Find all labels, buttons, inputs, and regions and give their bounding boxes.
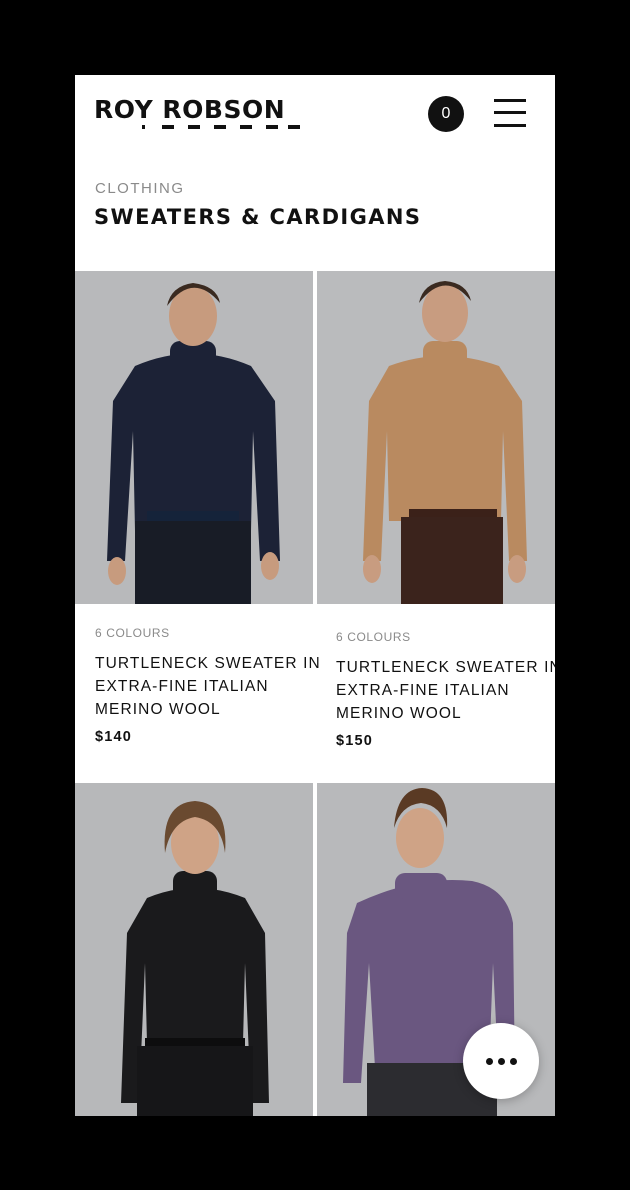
brand-logo[interactable]: ROY ROBSON <box>94 97 300 131</box>
product-name[interactable]: TURTLENECK SWEATER IN EXTRA-FINE ITALIAN… <box>95 652 325 721</box>
product-photo-model <box>75 271 313 604</box>
more-dots-icon <box>485 1057 493 1065</box>
product-image[interactable] <box>75 271 313 604</box>
cart-count-badge[interactable]: 0 <box>428 96 464 132</box>
product-photo-model <box>75 783 313 1116</box>
product-image[interactable] <box>317 271 555 604</box>
product-image[interactable] <box>75 783 313 1116</box>
product-info[interactable]: 6 COLOURS TURTLENECK SWEATER IN EXTRA-FI… <box>95 626 325 745</box>
more-options-button[interactable] <box>463 1023 539 1099</box>
logo-dashes-icon <box>142 125 300 129</box>
product-price: $150 <box>336 733 374 749</box>
more-dots-icon <box>509 1057 517 1065</box>
product-info[interactable]: 6 COLOURS TURTLENECK SWEATER IN EXTRA-FI… <box>336 630 555 749</box>
product-price: $140 <box>95 729 133 745</box>
app-screen: ROY ROBSON 0 CLOTHING SWEATERS & CARDIGA… <box>75 75 555 1116</box>
breadcrumb[interactable]: CLOTHING <box>95 180 185 197</box>
more-dots-icon <box>497 1057 505 1065</box>
site-header: ROY ROBSON 0 <box>75 75 555 155</box>
product-colours: 6 COLOURS <box>336 630 411 644</box>
product-colours: 6 COLOURS <box>95 626 170 640</box>
product-name[interactable]: TURTLENECK SWEATER IN EXTRA-FINE ITALIAN… <box>336 656 555 725</box>
page-title: SWEATERS & CARDIGANS <box>94 205 422 229</box>
product-photo-model <box>317 271 555 604</box>
hamburger-menu-icon[interactable] <box>494 99 526 127</box>
brand-logo-text: ROY ROBSON <box>94 95 286 124</box>
